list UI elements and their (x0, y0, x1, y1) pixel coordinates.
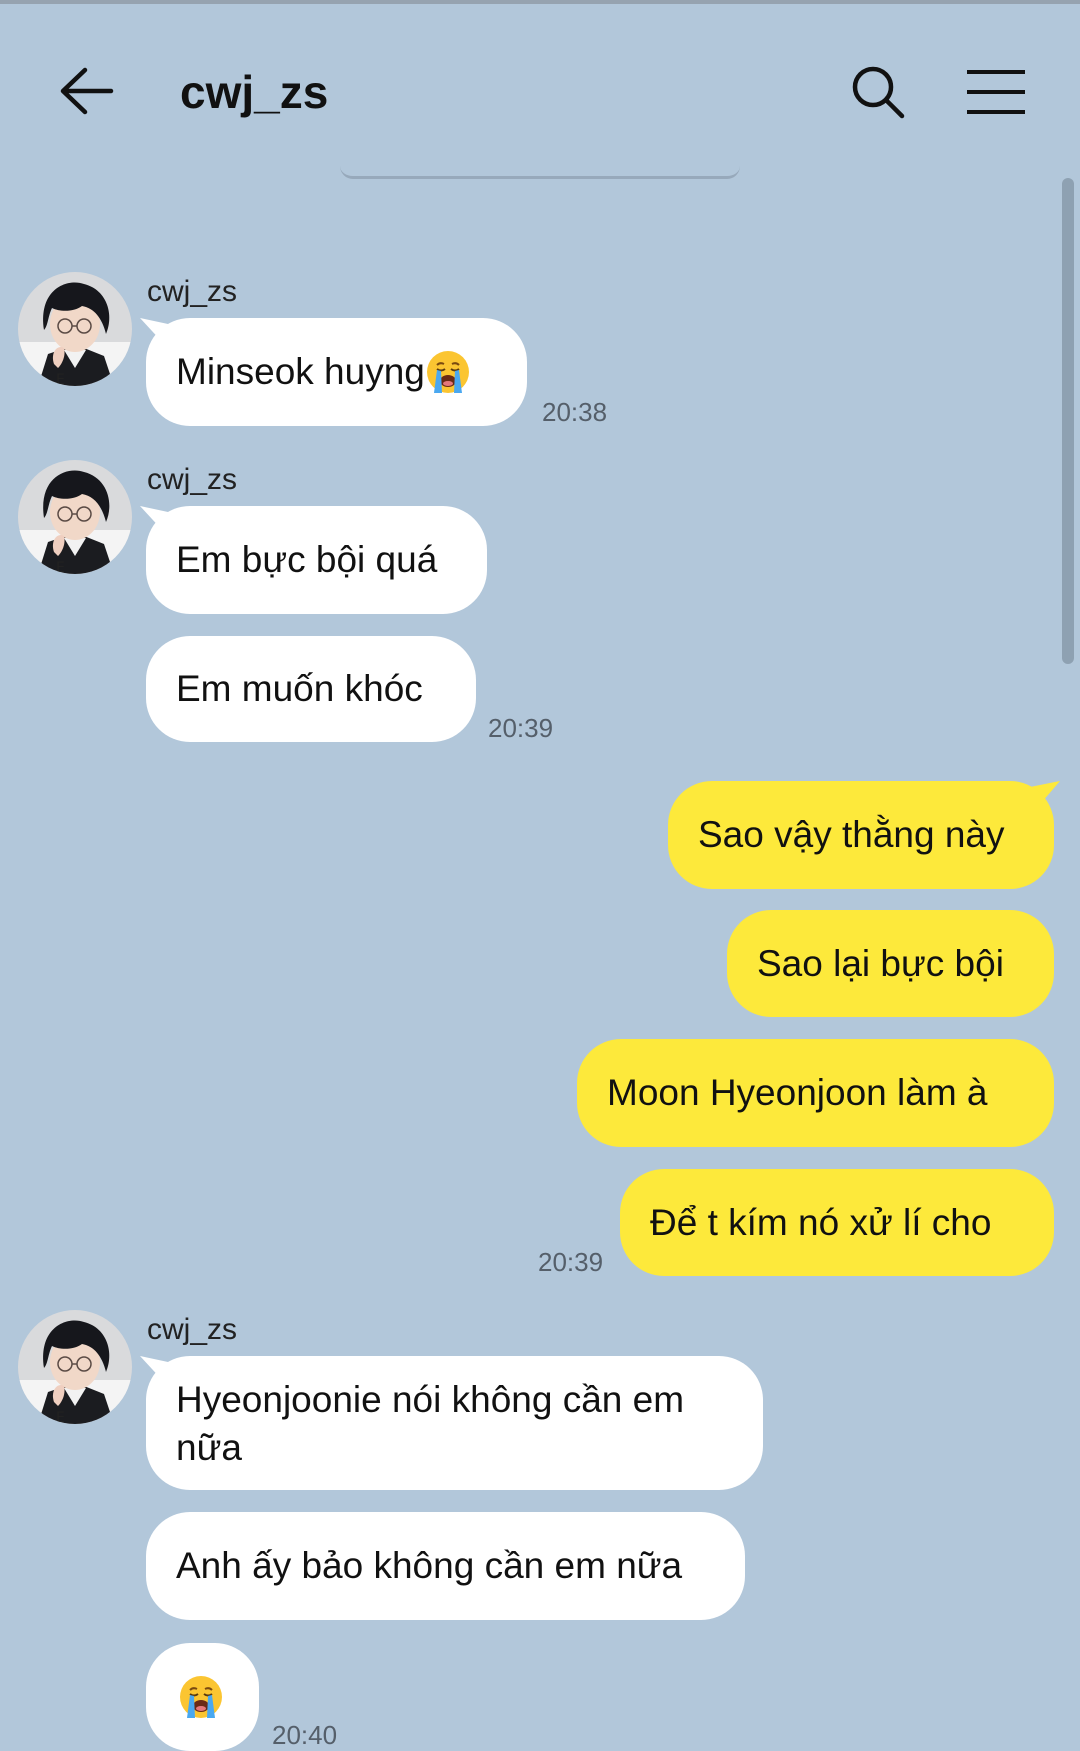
avatar[interactable] (18, 1310, 132, 1424)
scrollbar-thumb[interactable] (1062, 178, 1074, 664)
message-timestamp: 20:40 (272, 1720, 338, 1750)
message-text: Để t kím nó xử lí cho (650, 1201, 992, 1243)
message-timestamp: 20:38 (542, 397, 608, 427)
hamburger-menu-icon (967, 70, 1025, 114)
message-text: Sao lại bực bội (757, 942, 1004, 984)
sender-name: cwj_zs (147, 275, 238, 308)
message-bubble-incoming[interactable]: Anh ấy bảo không cần em nữa (146, 1512, 745, 1620)
message-bubble-incoming[interactable]: Em muốn khóc (146, 636, 476, 742)
search-button[interactable] (846, 60, 910, 124)
message-bubble-incoming[interactable]: Em bực bội quá (146, 506, 487, 614)
chat-header: cwj_zs (0, 4, 1080, 174)
message-bubble-incoming[interactable] (146, 1643, 259, 1751)
message-bubble-incoming[interactable]: Minseok huyng (146, 318, 527, 426)
message-text: Em bực bội quá (176, 539, 438, 580)
avatar[interactable] (18, 460, 132, 574)
message-text: Hyeonjoonie nói không cần em nữa (176, 1379, 685, 1468)
chat-title: cwj_zs (180, 66, 329, 118)
message-bubble-outgoing[interactable]: Sao lại bực bội (727, 910, 1054, 1017)
message-timestamp: 20:39 (488, 713, 554, 743)
message-bubble-outgoing[interactable]: Để t kím nó xử lí cho (620, 1169, 1054, 1276)
avatar[interactable] (18, 272, 132, 386)
pinned-notice-edge (340, 166, 740, 179)
message-bubble-outgoing[interactable]: Moon Hyeonjoon làm à (577, 1039, 1054, 1147)
message-text: Sao vậy thằng này (698, 814, 1005, 855)
crying-face-emoji (178, 1674, 224, 1720)
sender-name: cwj_zs (147, 1313, 238, 1346)
message-text: Minseok huyng (176, 351, 425, 392)
message-text: Em muốn khóc (176, 668, 423, 709)
menu-button[interactable] (960, 60, 1032, 124)
message-bubble-outgoing[interactable]: Sao vậy thằng này (668, 781, 1054, 889)
message-text: Anh ấy bảo không cần em nữa (176, 1545, 683, 1586)
search-icon (852, 66, 905, 119)
crying-face-emoji (425, 349, 471, 395)
message-bubble-incoming[interactable]: Hyeonjoonie nói không cần em nữa (146, 1356, 763, 1490)
back-arrow-icon (60, 67, 114, 115)
back-button[interactable] (55, 59, 119, 123)
message-timestamp: 20:39 (538, 1247, 604, 1277)
sender-name: cwj_zs (147, 463, 238, 496)
message-text: Moon Hyeonjoon làm à (607, 1072, 988, 1113)
